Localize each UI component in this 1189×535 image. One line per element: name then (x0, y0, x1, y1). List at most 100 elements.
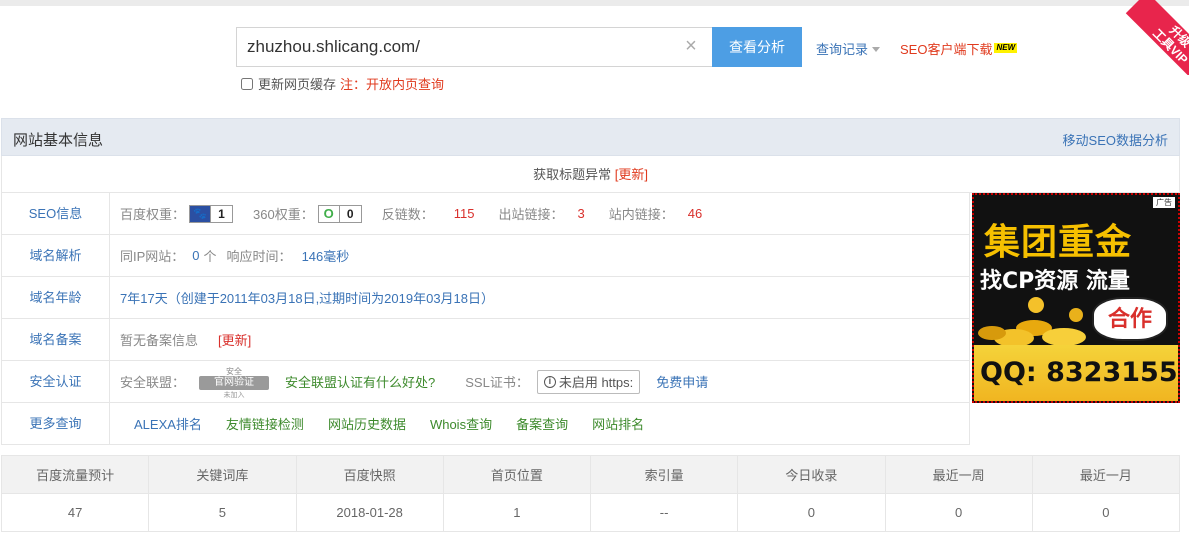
mobile-seo-link[interactable]: 移动SEO数据分析 (1063, 130, 1168, 149)
seal-band-text: 官网验证 (199, 375, 270, 390)
new-badge: NEW (994, 43, 1018, 53)
stats-header: 关键词库 (148, 455, 297, 494)
refresh-cache-row: 更新网页缓存 注： 开放内页查询 (241, 74, 444, 93)
ssl-apply-link[interactable]: 免费申请 (656, 372, 708, 391)
dns-label[interactable]: 域名解析 (2, 235, 110, 276)
baidu-rank-badge[interactable]: 🐾 1 (189, 204, 234, 223)
index-count-value[interactable]: -- (589, 493, 739, 532)
ssl-label: SSL证书： (465, 375, 529, 390)
refresh-cache-checkbox[interactable] (241, 77, 253, 90)
seo-info-body: 百度权重： 🐾 1 360权重： O0 反链数： 115 出站链接： 3 站内链接… (110, 193, 702, 234)
r360-rank-badge[interactable]: O0 (317, 204, 362, 223)
inlinks-value[interactable]: 46 (688, 206, 702, 221)
alliance-benefit-link[interactable]: 安全联盟认证有什么好处? (285, 372, 435, 391)
icp-query-link[interactable]: 备案查询 (516, 414, 568, 433)
more-query-label[interactable]: 更多查询 (2, 403, 110, 444)
stats-header: 索引量 (589, 455, 739, 494)
outlinks-label: 出站链接： (498, 207, 564, 222)
last-week-value: 0 (884, 493, 1033, 532)
query-history-label: 查询记录 (816, 42, 869, 57)
ad-cloud: 合作 (1092, 297, 1168, 341)
keyword-count-value[interactable]: 5 (148, 493, 297, 532)
backlinks-label: 反链数： (381, 207, 434, 222)
chevron-down-icon (872, 47, 881, 52)
ad-banner[interactable]: 广告 集团重金 找CP资源 流量 合作 QQ: 8323155 (972, 193, 1180, 403)
security-body: 安全联盟： 安全 官网验证 未加入 安全联盟认证有什么好处? SSL证书： i未… (110, 361, 708, 402)
domain-age-body: 7年17天（创建于2011年03月18日,过期时间为2019年03月18日） (110, 277, 494, 318)
homepage-position-value[interactable]: 1 (442, 493, 592, 532)
refresh-cache-label: 更新网页缓存 (258, 77, 337, 92)
domain-age-value: 7年17天（创建于2011年03月18日,过期时间为2019年03月18日） (120, 291, 495, 306)
note-label: 注： (340, 77, 367, 92)
stats-header-row: 百度流量预计 关键词库 百度快照 首页位置 索引量 今日收录 最近一周 最近一月 (0, 455, 1181, 494)
alliance-seal-icon[interactable]: 安全 官网验证 未加入 (189, 366, 279, 399)
domain-age-label[interactable]: 域名年龄 (2, 277, 110, 318)
whois-link[interactable]: Whois查询 (430, 414, 492, 433)
vip-ribbon: 升级 工具VIP (1125, 0, 1189, 75)
inlinks-label: 站内链接： (608, 207, 674, 222)
baidu-rank-value: 1 (210, 205, 232, 222)
stats-header: 最近一月 (1031, 455, 1181, 494)
response-label: 响应时间： (226, 249, 292, 264)
top-bar (0, 0, 1189, 6)
alliance-label: 安全联盟： (120, 375, 186, 390)
stats-table: 百度流量预计 关键词库 百度快照 首页位置 索引量 今日收录 最近一周 最近一月… (0, 455, 1181, 532)
search-input[interactable] (237, 28, 677, 66)
clear-icon[interactable]: × (682, 36, 700, 56)
seo-info-label[interactable]: SEO信息 (2, 193, 110, 234)
ssl-status-value: 未启用 https: (558, 375, 634, 390)
search-box: × (236, 27, 712, 67)
same-ip-unit: 个 (203, 249, 217, 264)
ad-tag: 广告 (1153, 197, 1175, 208)
same-ip-value[interactable]: 0 (192, 248, 199, 263)
seo-info-row: SEO信息 百度权重： 🐾 1 360权重： O0 反链数： 115 出站链接： … (2, 193, 970, 235)
dns-row: 域名解析 同IP网站： 0 个 响应时间： 146毫秒 (2, 235, 970, 277)
stats-header: 最近一周 (884, 455, 1033, 494)
baidu-rank-label: 百度权重： (120, 207, 186, 222)
seal-top-text: 安全 (226, 366, 243, 376)
today-indexed-value: 0 (737, 493, 886, 532)
alexa-rank-link[interactable]: ALEXA排名 (134, 414, 202, 433)
seo-client-download-link[interactable]: SEO客户端下载 NEW (900, 39, 1018, 58)
title-status: 获取标题异常 (533, 167, 612, 182)
response-value: 146毫秒 (301, 249, 350, 264)
icp-label[interactable]: 域名备案 (2, 319, 110, 360)
dns-body: 同IP网站： 0 个 响应时间： 146毫秒 (110, 235, 349, 276)
more-query-links: ALEXA排名 友情链接检测 网站历史数据 Whois查询 备案查询 网站排名 (110, 403, 668, 444)
site-title-row: 获取标题异常 [更新] (1, 156, 1180, 193)
vip-upgrade-corner[interactable]: 升级 工具VIP (1119, 0, 1189, 75)
analyze-button[interactable]: 查看分析 (712, 27, 802, 67)
title-update-link[interactable]: [更新] (615, 167, 648, 182)
query-history-link[interactable]: 查询记录 (816, 39, 881, 58)
stats-header: 百度流量预计 (0, 455, 150, 494)
outlinks-value[interactable]: 3 (577, 206, 584, 221)
more-query-row: 更多查询 ALEXA排名 友情链接检测 网站历史数据 Whois查询 备案查询 … (2, 403, 970, 445)
last-month-value: 0 (1031, 493, 1181, 532)
ssl-status-box: i 未启用 https: (536, 369, 641, 394)
same-ip-label: 同IP网站： (120, 249, 185, 264)
seo-client-label: SEO客户端下载 (900, 42, 993, 57)
ad-subline: 找CP资源 流量 (980, 269, 1130, 294)
icp-update-link[interactable]: [更新] (218, 330, 251, 349)
stats-header: 百度快照 (295, 455, 444, 494)
security-row: 安全认证 安全联盟： 安全 官网验证 未加入 安全联盟认证有什么好处? SSL证… (2, 361, 970, 403)
stats-header: 首页位置 (442, 455, 592, 494)
panel-header: 网站基本信息 移动SEO数据分析 (1, 118, 1180, 156)
open-inner-page-link[interactable]: 开放内页查询 (366, 74, 444, 93)
baidu-snapshot-value: 2018-01-28 (295, 493, 444, 532)
icp-row: 域名备案 暂无备案信息 [更新] (2, 319, 970, 361)
info-icon: i (543, 375, 556, 388)
site-history-link[interactable]: 网站历史数据 (328, 414, 406, 433)
security-label[interactable]: 安全认证 (2, 361, 110, 402)
friend-link-check-link[interactable]: 友情链接检测 (226, 414, 304, 433)
panel-title: 网站基本信息 (13, 132, 104, 149)
stats-header: 今日收录 (737, 455, 886, 494)
ad-headline: 集团重金 (984, 222, 1133, 263)
backlinks-value[interactable]: 115 (454, 206, 475, 221)
baidu-traffic-value[interactable]: 47 (0, 493, 150, 532)
domain-age-row: 域名年龄 7年17天（创建于2011年03月18日,过期时间为2019年03月1… (2, 277, 970, 319)
so360-icon: O (318, 205, 339, 222)
site-rank-link[interactable]: 网站排名 (592, 414, 644, 433)
paw-icon: 🐾 (190, 205, 211, 222)
info-table: SEO信息 百度权重： 🐾 1 360权重： O0 反链数： 115 出站链接： … (1, 193, 970, 445)
